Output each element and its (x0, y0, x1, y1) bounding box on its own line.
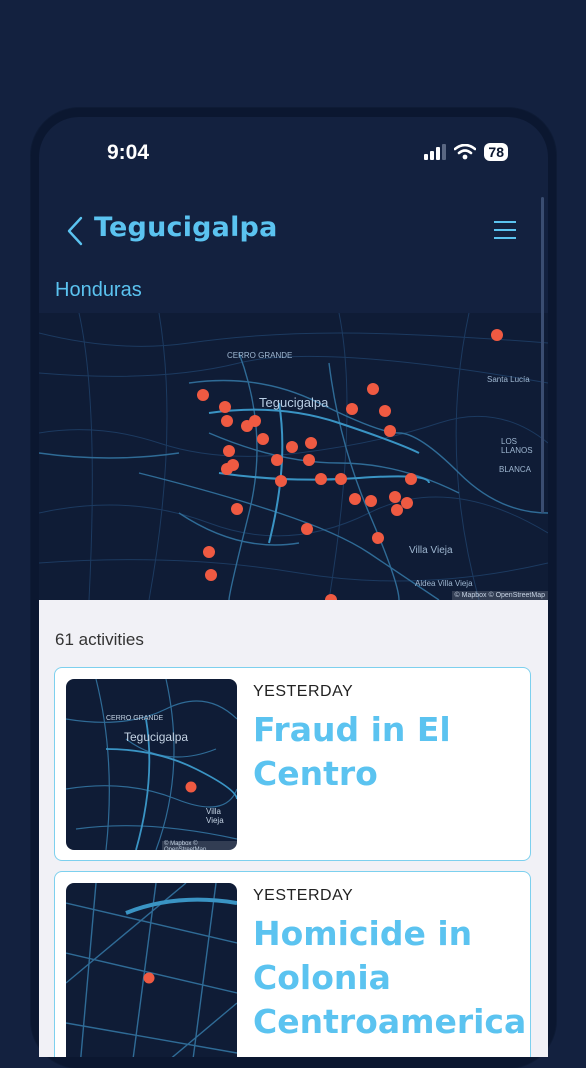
status-time: 9:04 (107, 141, 150, 164)
map-label-city: Tegucigalpa (259, 395, 329, 410)
menu-icon[interactable] (492, 218, 518, 242)
activity-card[interactable]: Tegucigalpa CERRO GRANDE Villa Vieja © M… (54, 667, 531, 861)
nav-header: Tegucigalpa (39, 212, 548, 252)
activity-thumbnail-map (66, 883, 237, 1057)
country-subtitle: Honduras (55, 279, 142, 301)
map-label-aldea-villa-vieja: Aldea Villa Vieja (415, 579, 473, 588)
app-screen: 9:04 78 Tegucigalpa Honduras Tegucigalpa… (39, 117, 548, 1057)
page-title: Tegucigalpa (94, 212, 278, 243)
thumb-roads (66, 883, 237, 1057)
thumb-label-city: Tegucigalpa (124, 730, 189, 744)
map-attribution[interactable]: © Mapbox © OpenStreetMap (451, 591, 548, 600)
activity-title: Homicide in Colonia Centroamerica (253, 914, 527, 1041)
activity-date: YESTERDAY (253, 887, 354, 904)
activity-card[interactable]: YESTERDAY Homicide in Colonia Centroamer… (54, 871, 531, 1057)
activity-count: 61 activities (55, 630, 144, 649)
scrollbar[interactable] (541, 197, 544, 513)
thumb-label-villa: Villa Vieja (206, 807, 224, 825)
activity-title: Fraud in El Centro (253, 710, 451, 793)
status-icons: 78 (424, 143, 508, 161)
activity-list: 61 activities Tegucigalpa CERRO GRANDE V… (39, 600, 548, 1057)
wifi-icon (454, 144, 477, 160)
map-label-cerro-grande: CERRO GRANDE (227, 351, 293, 360)
map-roads (39, 313, 548, 600)
status-bar: 9:04 78 (39, 117, 548, 177)
map-label-villa-vieja: Villa Vieja (409, 545, 453, 556)
back-chevron-icon[interactable] (61, 214, 91, 248)
activity-date: YESTERDAY (253, 683, 354, 700)
signal-icon (424, 144, 447, 160)
activity-thumbnail-map: Tegucigalpa CERRO GRANDE Villa Vieja © M… (66, 679, 237, 850)
battery-icon: 78 (484, 143, 508, 161)
thumb-attribution: © Mapbox © OpenStreetMap (162, 841, 237, 850)
city-map[interactable]: Tegucigalpa CERRO GRANDE Santa Lucía LOS… (39, 313, 548, 600)
map-label-blanca: BLANCA (499, 465, 532, 474)
map-label-santa-lucia: Santa Lucía (487, 375, 530, 384)
thumb-label-area: CERRO GRANDE (106, 715, 164, 722)
